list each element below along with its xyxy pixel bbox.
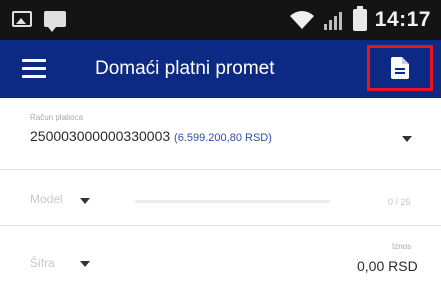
document-button[interactable] (367, 45, 433, 91)
document-icon (391, 57, 409, 79)
status-time: 14:17 (374, 8, 431, 31)
account-value: 250003000000330003 (6.599.200,80 RSD) (30, 128, 272, 144)
amount-row: Šifra Iznos 0,00 RSD (0, 226, 441, 283)
chevron-down-icon[interactable] (402, 136, 412, 142)
amount-input[interactable]: 0,00 RSD (357, 258, 418, 274)
system-icons: 14:17 (289, 6, 431, 32)
status-bar: 14:17 (0, 0, 441, 40)
chevron-down-icon[interactable] (80, 261, 90, 267)
character-counter: 0 / 25 (388, 197, 411, 207)
menu-icon[interactable] (22, 59, 46, 79)
battery-icon (352, 6, 367, 31)
message-icon (44, 11, 66, 32)
reference-number-field[interactable] (135, 200, 330, 203)
wifi-icon (289, 11, 314, 29)
payment-code-select[interactable]: Šifra (30, 256, 55, 270)
account-label: Račun platioca (30, 113, 83, 122)
model-row: Model 0 / 25 (0, 170, 441, 226)
account-balance: (6.599.200,80 RSD) (174, 132, 272, 144)
account-select[interactable]: Račun platioca 250003000000330003 (6.599… (0, 98, 441, 170)
model-select[interactable]: Model (30, 192, 63, 206)
chevron-down-icon[interactable] (80, 198, 90, 204)
image-icon (12, 11, 32, 27)
account-number: 250003000000330003 (30, 128, 171, 144)
amount-label: Iznos (392, 242, 412, 251)
notification-icons (12, 11, 66, 32)
app-bar: Domaći platni promet (0, 40, 441, 98)
signal-icon (323, 12, 342, 30)
page-title: Domaći platni promet (95, 58, 275, 79)
